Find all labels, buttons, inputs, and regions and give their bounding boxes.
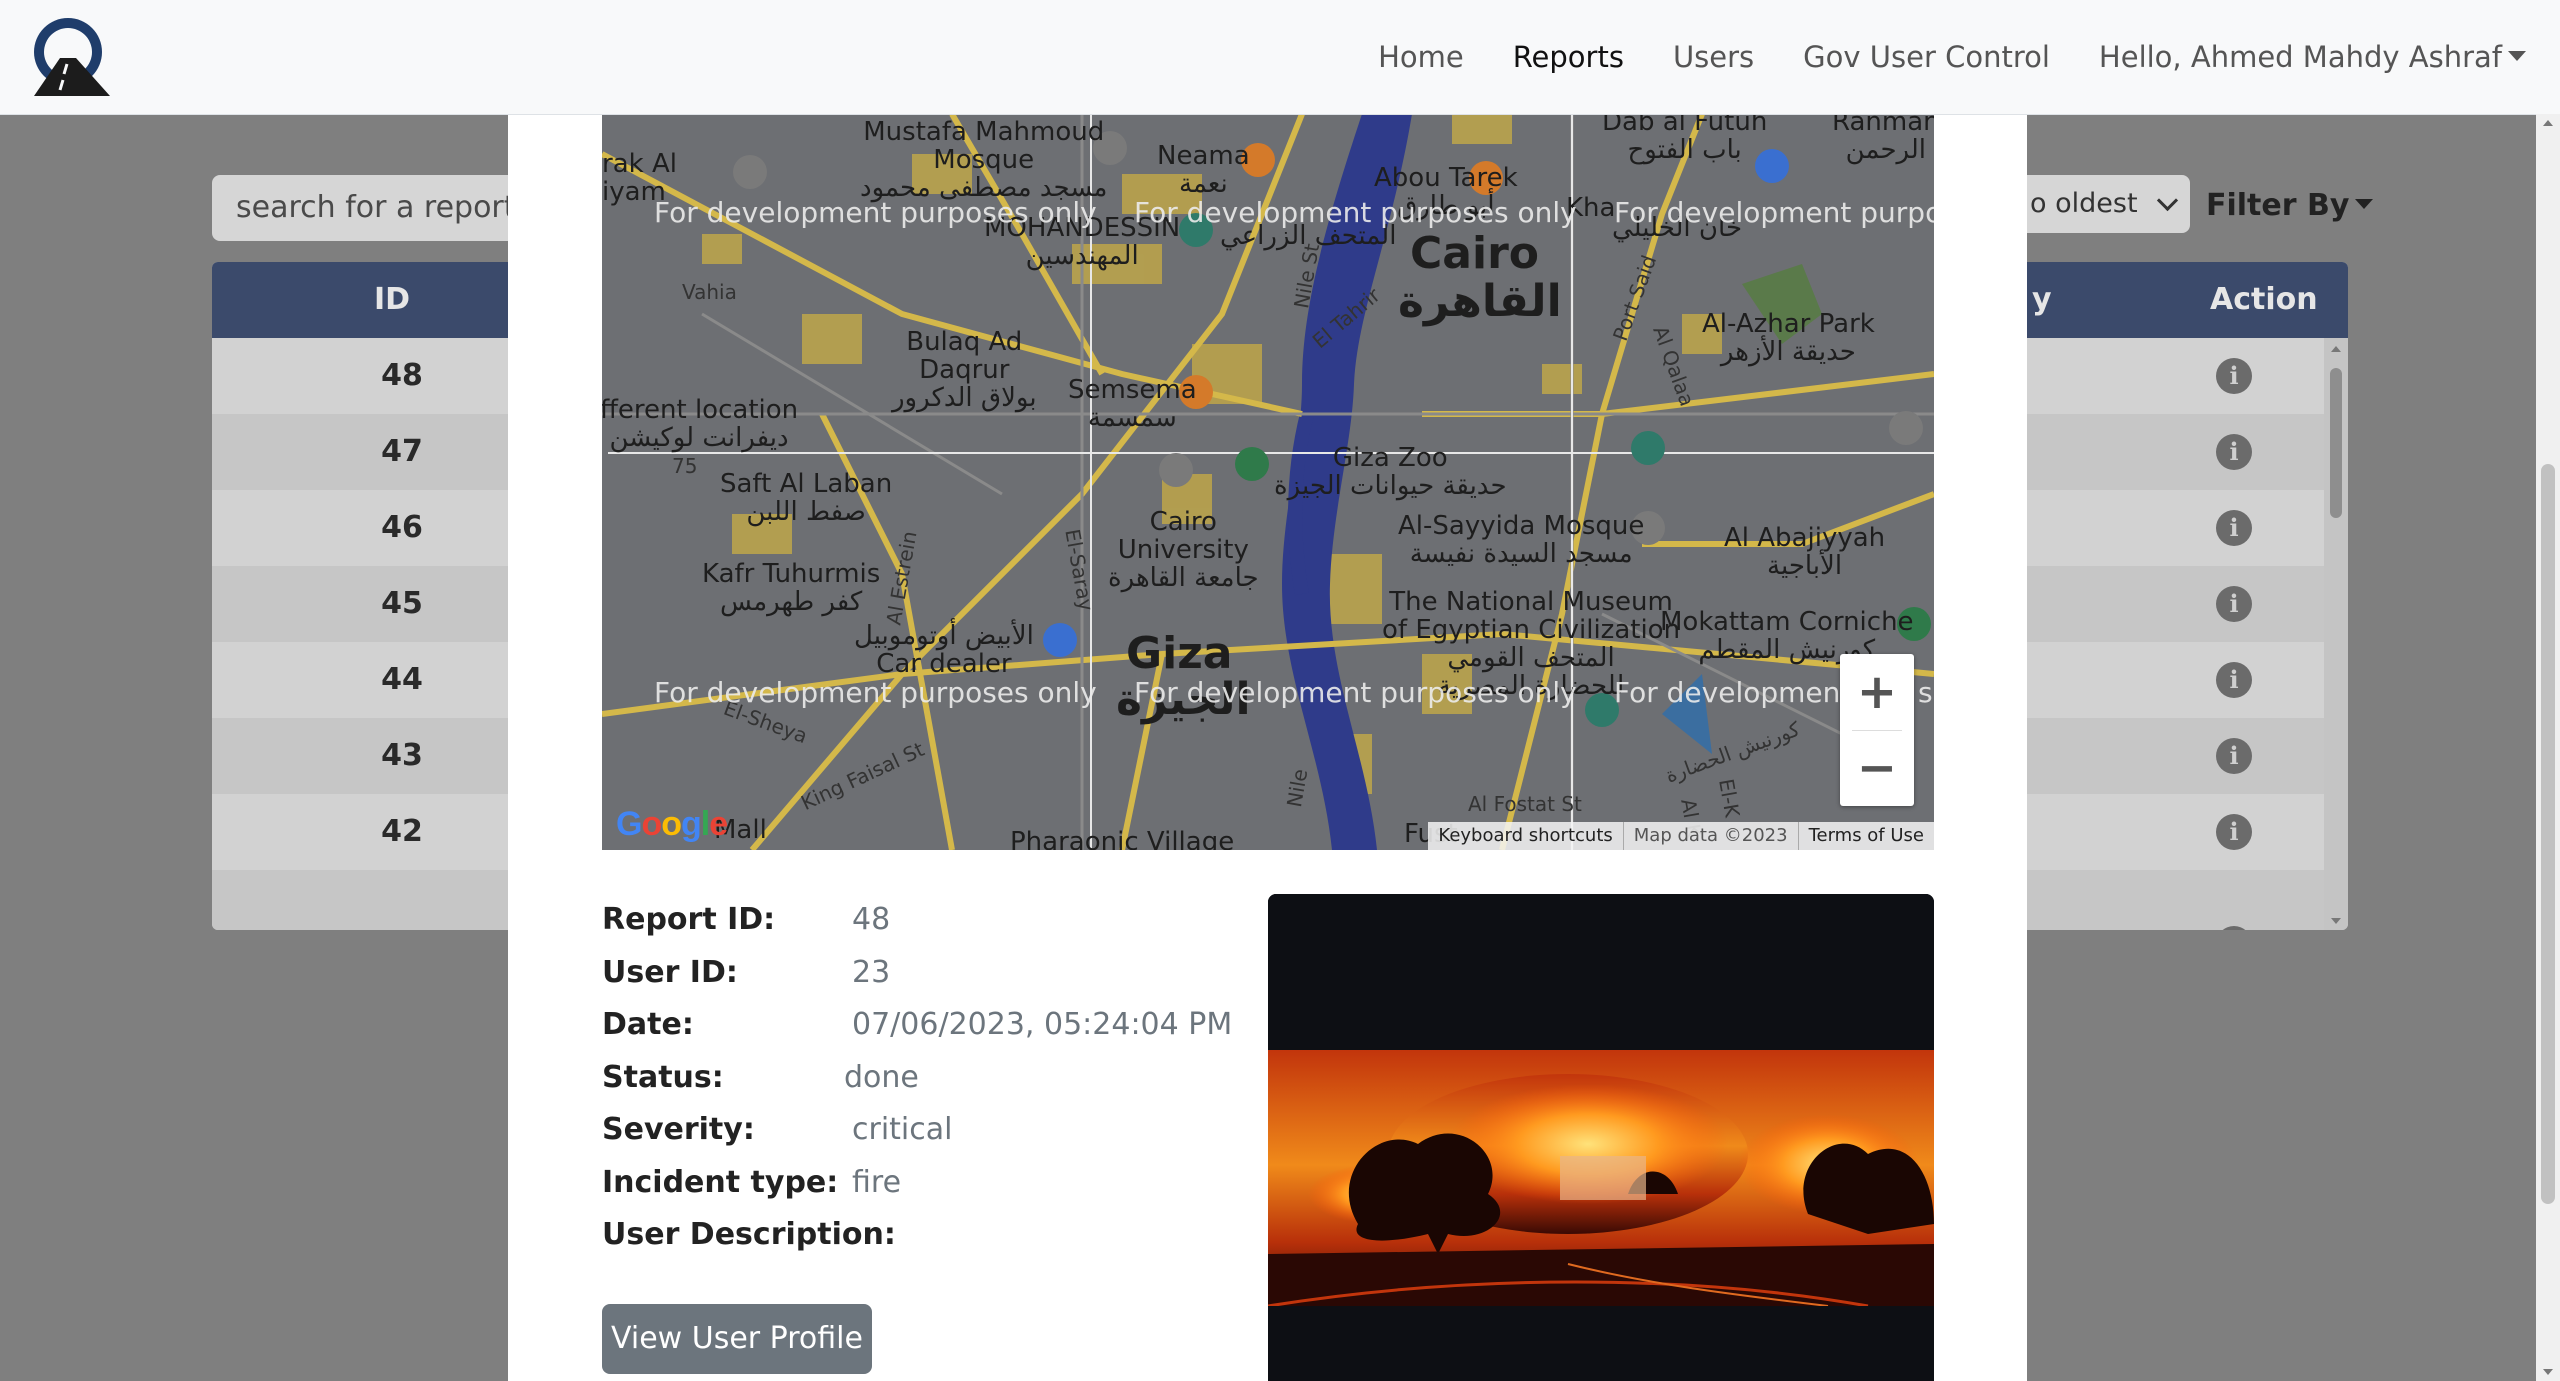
terms-link[interactable]: Terms of Use	[1797, 822, 1934, 850]
label-report-id: Report ID:	[602, 902, 776, 937]
info-icon[interactable]: i	[2216, 586, 2252, 622]
map-label: Vahia	[682, 280, 737, 304]
filter-dropdown[interactable]: Filter By	[2206, 188, 2374, 223]
row-id: 44	[381, 662, 423, 697]
map-label: Al-Sayyida Mosque مسجد السيدة نفيسة	[1398, 511, 1645, 569]
map-label: Semsema سمسمة	[1068, 375, 1197, 433]
filter-label: Filter By	[2206, 188, 2350, 223]
info-icon[interactable]: i	[2216, 510, 2252, 546]
row-id: 42	[381, 814, 423, 849]
dev-watermark: For development purposes only	[1134, 676, 1577, 709]
label-user-id: User ID:	[602, 955, 738, 990]
header-partial: y	[2032, 282, 2052, 317]
caret-down-icon	[2355, 198, 2374, 209]
caret-down-icon	[2508, 51, 2526, 61]
scroll-up-arrow-icon[interactable]	[2331, 346, 2341, 352]
table-scroll-thumb[interactable]	[2330, 368, 2342, 518]
sort-value: o oldest	[2030, 188, 2138, 219]
dev-watermark: For development purposes only	[1134, 196, 1577, 229]
dev-watermark: For development	[1614, 676, 1852, 709]
map-label: Giza Zoo حديقة حيوانات الجيزة	[1274, 443, 1507, 501]
navbar: Home Reports Users Gov User Control Hell…	[0, 0, 2560, 115]
row-id: 45	[381, 586, 423, 621]
value-date: 07/06/2023, 05:24:04 PM	[852, 1007, 1233, 1042]
map-label: Al Abajiyyah الأباجية	[1724, 523, 1886, 581]
map-label: Ranman الرحمن	[1832, 114, 1934, 165]
info-icon[interactable]: i	[2216, 662, 2252, 698]
zoom-in-icon[interactable]: +	[1840, 654, 1914, 730]
map-label: Al Fostat St	[1468, 792, 1582, 816]
chevron-down-icon	[2156, 189, 2178, 212]
incident-photo	[1268, 894, 1934, 1381]
row-id: 4	[342, 906, 462, 930]
nav-gov-user-control[interactable]: Gov User Control	[1803, 40, 2050, 74]
nav-links: Home Reports Users Gov User Control Hell…	[1329, 0, 2526, 114]
label-incident-type: Incident type:	[602, 1165, 839, 1200]
map-label: Neama نعمة	[1157, 141, 1250, 199]
row-id: 47	[381, 434, 423, 469]
map-label: Al-Azhar Park حديقة الأزهر	[1702, 309, 1875, 367]
map-data-text: Map data ©2023	[1622, 822, 1798, 850]
scroll-down-arrow-icon[interactable]	[2331, 918, 2341, 924]
label-severity: Severity:	[602, 1112, 755, 1147]
map-label: Saft Al Laban صفط اللبن	[720, 469, 893, 527]
info-icon[interactable]: i	[2216, 358, 2252, 394]
zoom-controls: + −	[1840, 654, 1914, 806]
user-menu-dropdown[interactable]: Hello, Ahmed Mahdy Ashraf	[2099, 40, 2526, 74]
label-date: Date:	[602, 1007, 694, 1042]
table-scrollbar[interactable]	[2324, 338, 2348, 930]
map-label: القاهرة	[1398, 276, 1562, 327]
logo-icon[interactable]	[26, 16, 114, 96]
map-label: Bulaq Ad Daqrur بولاق الدكرور	[892, 327, 1037, 413]
report-details-modal: Mustafa Mahmoud Mosque مسجد مصطفى محمود Ne…	[508, 114, 2027, 1381]
dev-watermark: se	[1918, 676, 1934, 709]
value-status: done	[844, 1060, 919, 1095]
info-icon[interactable]: i	[2216, 926, 2252, 930]
map-label: Pharaonic Village	[1010, 827, 1235, 850]
map-label: Mustafa Mahmoud Mosque مسجد مصطفى محمود	[860, 117, 1108, 203]
row-id: 43	[381, 738, 423, 773]
value-incident-type: fire	[852, 1165, 902, 1200]
value-user-id: 23	[852, 955, 891, 990]
page-scrollbar[interactable]	[2536, 114, 2560, 1381]
label-status: Status:	[602, 1060, 724, 1095]
scroll-down-arrow-icon[interactable]	[2543, 1369, 2553, 1375]
map-label: Giza	[1126, 628, 1233, 679]
keyboard-shortcuts-link[interactable]: Keyboard shortcuts	[1428, 822, 1622, 850]
map-label: fferent location ديفرانت لوكيشن	[602, 395, 799, 453]
map-label: 75	[672, 454, 698, 478]
nav-reports[interactable]: Reports	[1513, 40, 1624, 74]
scroll-up-arrow-icon[interactable]	[2543, 120, 2553, 126]
value-severity: critical	[852, 1112, 953, 1147]
header-id: ID	[374, 282, 411, 317]
map-label: Cairo	[1410, 228, 1539, 279]
value-report-id: 48	[852, 902, 891, 937]
row-id: 46	[381, 510, 423, 545]
dev-watermark: For development purpose	[1614, 196, 1934, 229]
google-logo[interactable]: Google	[616, 805, 728, 844]
user-greeting: Hello, Ahmed Mahdy Ashraf	[2098, 40, 2502, 74]
view-user-profile-button[interactable]: View User Profile	[602, 1304, 872, 1374]
nav-users[interactable]: Users	[1673, 40, 1754, 74]
label-user-description: User Description:	[602, 1217, 896, 1252]
row-id: 48	[381, 358, 423, 393]
info-icon[interactable]: i	[2216, 738, 2252, 774]
dev-watermark: For development purposes only	[654, 676, 1097, 709]
map-label: Cairo University جامعة القاهرة	[1108, 507, 1259, 593]
map-label: Kafr Tuhurmis كفر طهرمس	[702, 559, 881, 617]
zoom-out-icon[interactable]: −	[1840, 730, 1914, 806]
nav-home[interactable]: Home	[1378, 40, 1464, 74]
dev-watermark: For development purposes only	[654, 196, 1097, 229]
incident-map[interactable]: Mustafa Mahmoud Mosque مسجد مصطفى محمود Ne…	[602, 114, 1934, 850]
info-icon[interactable]: i	[2216, 814, 2252, 850]
page-scroll-thumb[interactable]	[2541, 464, 2555, 1204]
info-icon[interactable]: i	[2216, 434, 2252, 470]
header-action: Action	[2210, 282, 2318, 317]
map-attribution: Keyboard shortcuts Map data ©2023 Terms …	[1428, 822, 1934, 850]
map-label: Dab al Futuh باب الفتوح	[1602, 114, 1768, 165]
map-label: الأبيض أوتوموبيل Car dealer	[854, 621, 1034, 679]
